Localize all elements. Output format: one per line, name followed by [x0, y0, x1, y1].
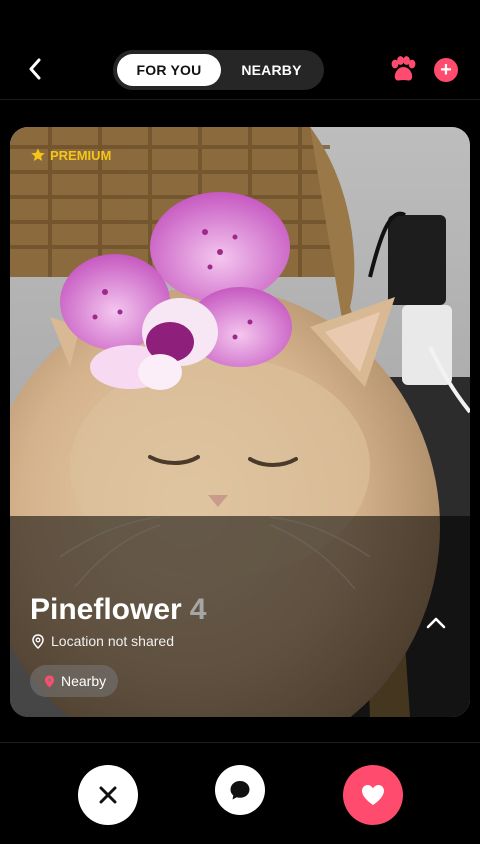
- add-button[interactable]: +: [434, 58, 458, 82]
- profile-name: Pineflower: [30, 593, 182, 626]
- expand-profile-button[interactable]: [420, 607, 452, 639]
- premium-badge: PREMIUM: [30, 147, 111, 163]
- top-bar: FOR YOU NEARBY +: [0, 0, 480, 100]
- chevron-up-icon: [426, 617, 446, 629]
- feed-segmented-control: FOR YOU NEARBY: [113, 50, 324, 90]
- chat-button[interactable]: [215, 765, 265, 815]
- location-pin-icon: [32, 633, 44, 649]
- paw-button[interactable]: [388, 56, 418, 84]
- location-text: Location not shared: [51, 633, 174, 649]
- tab-for-you[interactable]: FOR YOU: [117, 54, 221, 86]
- profile-name-row: Pineflower 4: [30, 593, 206, 627]
- plus-circle-icon: +: [440, 59, 452, 81]
- map-pin-icon: [44, 675, 55, 687]
- chevron-left-icon: [29, 58, 41, 80]
- paw-icon: [391, 56, 416, 81]
- back-button[interactable]: [20, 54, 50, 84]
- nearby-chip: Nearby: [30, 665, 119, 697]
- heart-icon: [362, 785, 384, 805]
- profile-card[interactable]: PREMIUM Pineflower 4 Location not shared …: [10, 127, 470, 717]
- tab-nearby[interactable]: NEARBY: [223, 54, 320, 86]
- like-button[interactable]: [343, 765, 403, 825]
- chat-bubble-icon: [230, 781, 250, 800]
- location-row: Location not shared: [32, 633, 174, 649]
- premium-label: PREMIUM: [50, 147, 112, 163]
- close-icon: [99, 786, 117, 804]
- pass-button[interactable]: [78, 765, 138, 825]
- nearby-chip-label: Nearby: [61, 673, 107, 689]
- star-icon: [31, 148, 45, 161]
- action-bar: [0, 742, 480, 844]
- profile-age: 4: [189, 593, 207, 626]
